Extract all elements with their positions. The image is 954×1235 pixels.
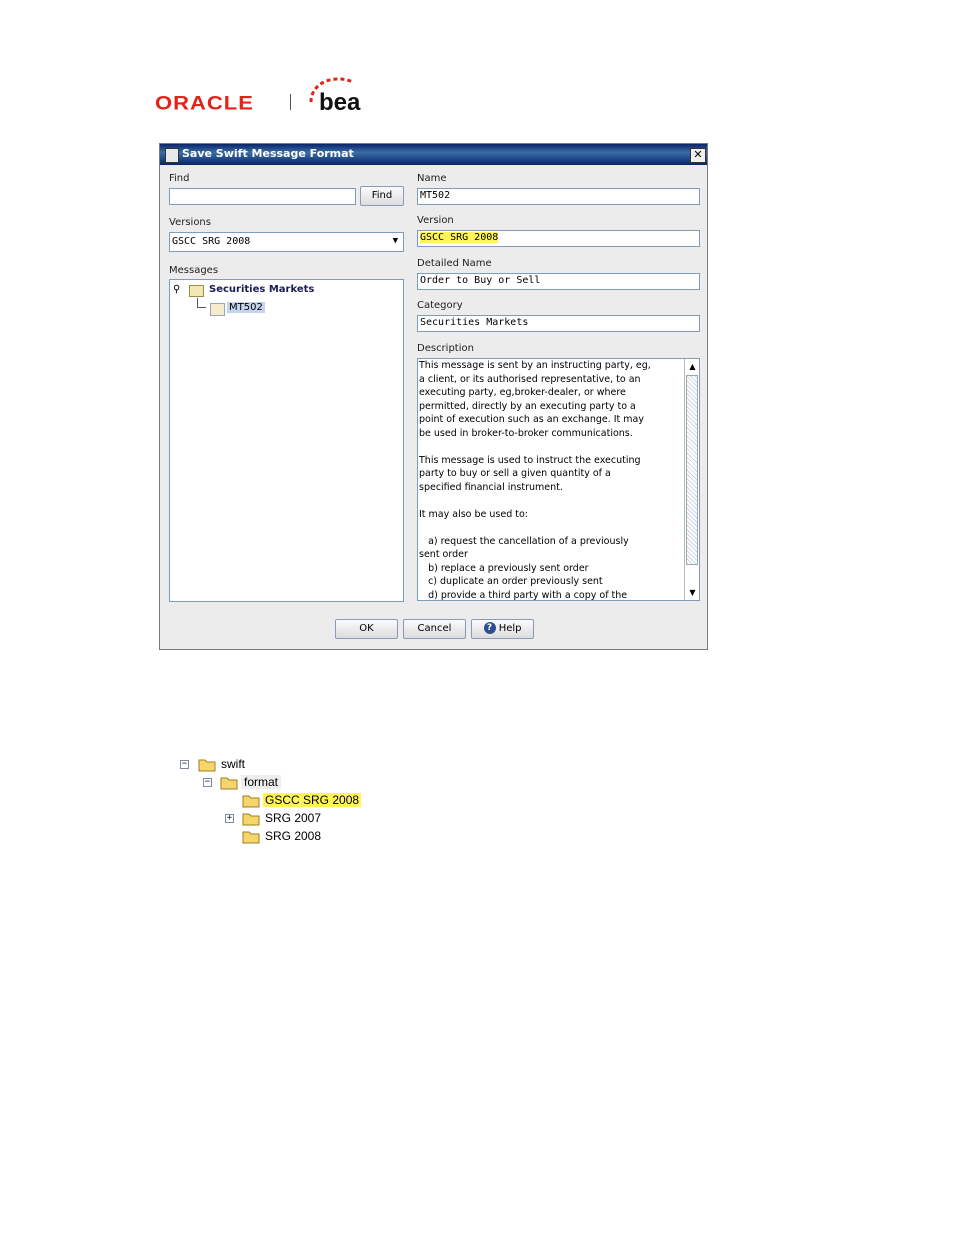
versions-select[interactable]: GSCC SRG 2008 ▼ (169, 232, 404, 252)
folder-icon (242, 813, 260, 826)
tree-item-srg-2008[interactable]: SRG 2008 (265, 829, 321, 843)
collapse-icon[interactable]: − (203, 778, 212, 787)
scroll-down-icon[interactable]: ▼ (686, 586, 699, 599)
version-input[interactable]: GSCC SRG 2008 (417, 230, 700, 247)
versions-selected-value: GSCC SRG 2008 (172, 236, 251, 247)
folder-icon (242, 831, 260, 844)
help-button-label: Help (498, 623, 522, 634)
tree-item-swift[interactable]: swift (221, 757, 245, 771)
tree-toggle-icon[interactable]: ⚲ (173, 284, 180, 295)
tree-item-srg-2007[interactable]: SRG 2007 (265, 811, 321, 825)
cancel-button[interactable]: Cancel (403, 619, 466, 639)
folder-icon (198, 759, 216, 772)
tree-item-gscc-srg-2008[interactable]: GSCC SRG 2008 (263, 793, 362, 807)
description-textarea[interactable]: This message is sent by an instructing p… (417, 358, 700, 601)
description-label: Description (417, 343, 474, 354)
tree-item-mt502[interactable]: MT502 (227, 302, 265, 313)
version-value-highlight: GSCC SRG 2008 (420, 232, 499, 243)
category-label: Category (417, 300, 463, 311)
description-scrollbar[interactable]: ▲ ▼ (684, 359, 699, 600)
chevron-down-icon[interactable]: ▼ (393, 236, 398, 246)
ok-button[interactable]: OK (335, 619, 398, 639)
name-label: Name (417, 173, 447, 184)
expand-icon[interactable]: + (225, 814, 234, 823)
help-button[interactable]: ? Help (471, 619, 534, 639)
name-input[interactable]: MT502 (417, 188, 700, 205)
find-button[interactable]: Find (360, 186, 404, 206)
tree-connector (197, 298, 206, 308)
oracle-logo: ORACLE (155, 91, 254, 114)
version-label: Version (417, 215, 454, 226)
scroll-up-icon[interactable]: ▲ (686, 360, 699, 373)
message-envelope-icon (210, 303, 225, 316)
find-label: Find (169, 173, 190, 184)
svg-text:bea: bea (319, 89, 361, 116)
close-icon[interactable]: ✕ (690, 148, 706, 163)
folder-icon (189, 285, 204, 297)
bea-logo: bea (305, 72, 365, 117)
detailed-name-label: Detailed Name (417, 258, 492, 269)
tree-item-securities-markets[interactable]: Securities Markets (209, 284, 314, 295)
help-icon: ? (483, 622, 496, 634)
find-input[interactable] (169, 188, 356, 205)
category-input[interactable]: Securities Markets (417, 315, 700, 332)
folder-open-icon (220, 777, 238, 790)
messages-tree: ⚲ Securities Markets MT502 (169, 279, 404, 602)
dialog-titlebar: Save Swift Message Format ✕ (160, 144, 707, 165)
detailed-name-input[interactable]: Order to Buy or Sell (417, 273, 700, 290)
dialog-title: Save Swift Message Format (182, 147, 354, 160)
save-swift-dialog: Save Swift Message Format ✕ Find Find Ve… (159, 143, 708, 650)
dialog-app-icon (165, 148, 179, 163)
logo-separator (290, 94, 291, 110)
tree-item-format[interactable]: format (241, 775, 282, 789)
scroll-thumb[interactable] (686, 375, 698, 565)
collapse-icon[interactable]: − (180, 760, 189, 769)
folder-icon (242, 795, 260, 808)
messages-label: Messages (169, 265, 219, 276)
description-text: This message is sent by an instructing p… (419, 360, 651, 601)
versions-label: Versions (169, 217, 211, 228)
